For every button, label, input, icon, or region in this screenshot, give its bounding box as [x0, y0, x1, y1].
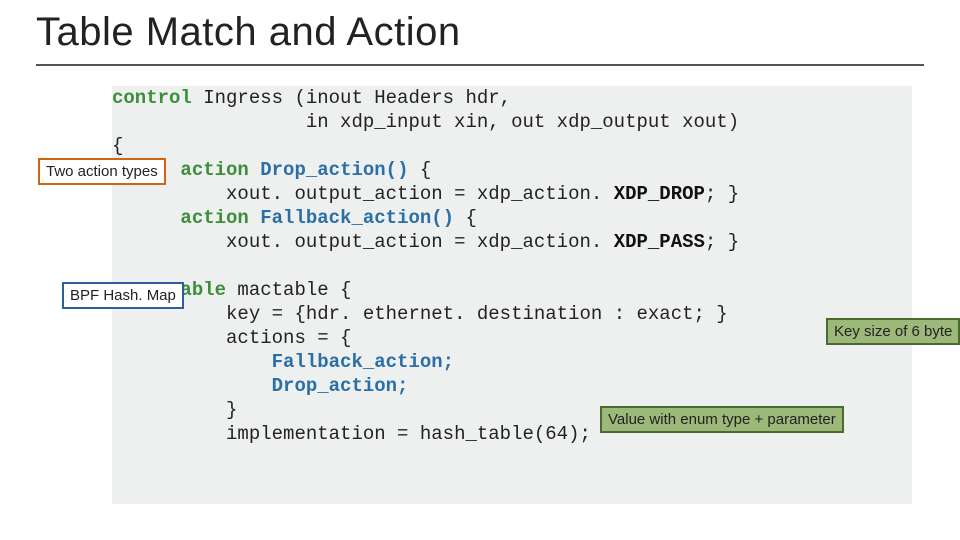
code-text: } [226, 399, 237, 421]
code-text: actions = { [226, 327, 351, 349]
callout-bpf-hashmap: BPF Hash. Map [62, 282, 184, 309]
callout-two-action-types: Two action types [38, 158, 166, 185]
keyword-action: action [180, 207, 248, 229]
page-title: Table Match and Action [36, 10, 461, 55]
code-block: control Ingress (inout Headers hdr, in x… [112, 86, 912, 504]
callout-key-size: Key size of 6 byte [826, 318, 960, 345]
code-text: { [112, 135, 123, 157]
code-text: xout. output_action = xdp_action. [226, 231, 602, 253]
const-xdp-pass: XDP_PASS [614, 231, 705, 253]
const-xdp-drop: XDP_DROP [614, 183, 705, 205]
action-ref-drop: Drop_action; [272, 375, 409, 397]
title-underline [36, 64, 924, 66]
code-text: implementation = hash_table(64); [226, 423, 591, 445]
slide: Table Match and Action control Ingress (… [0, 0, 960, 540]
code-text: mactable { [226, 279, 351, 301]
keyword-control: control [112, 87, 192, 109]
code-text: in xdp_input xin, out xdp_output xout) [112, 111, 739, 133]
action-name-fallback: Fallback_action() [260, 207, 454, 229]
code-text: Ingress (inout Headers hdr, [192, 87, 511, 109]
code-text: key = {hdr. ethernet. destination : exac… [226, 303, 728, 325]
keyword-action: action [180, 159, 248, 181]
callout-value-enum: Value with enum type + parameter [600, 406, 844, 433]
action-name-drop: Drop_action() [260, 159, 408, 181]
code-text: xout. output_action = xdp_action. [226, 183, 602, 205]
action-ref-fallback: Fallback_action; [272, 351, 454, 373]
